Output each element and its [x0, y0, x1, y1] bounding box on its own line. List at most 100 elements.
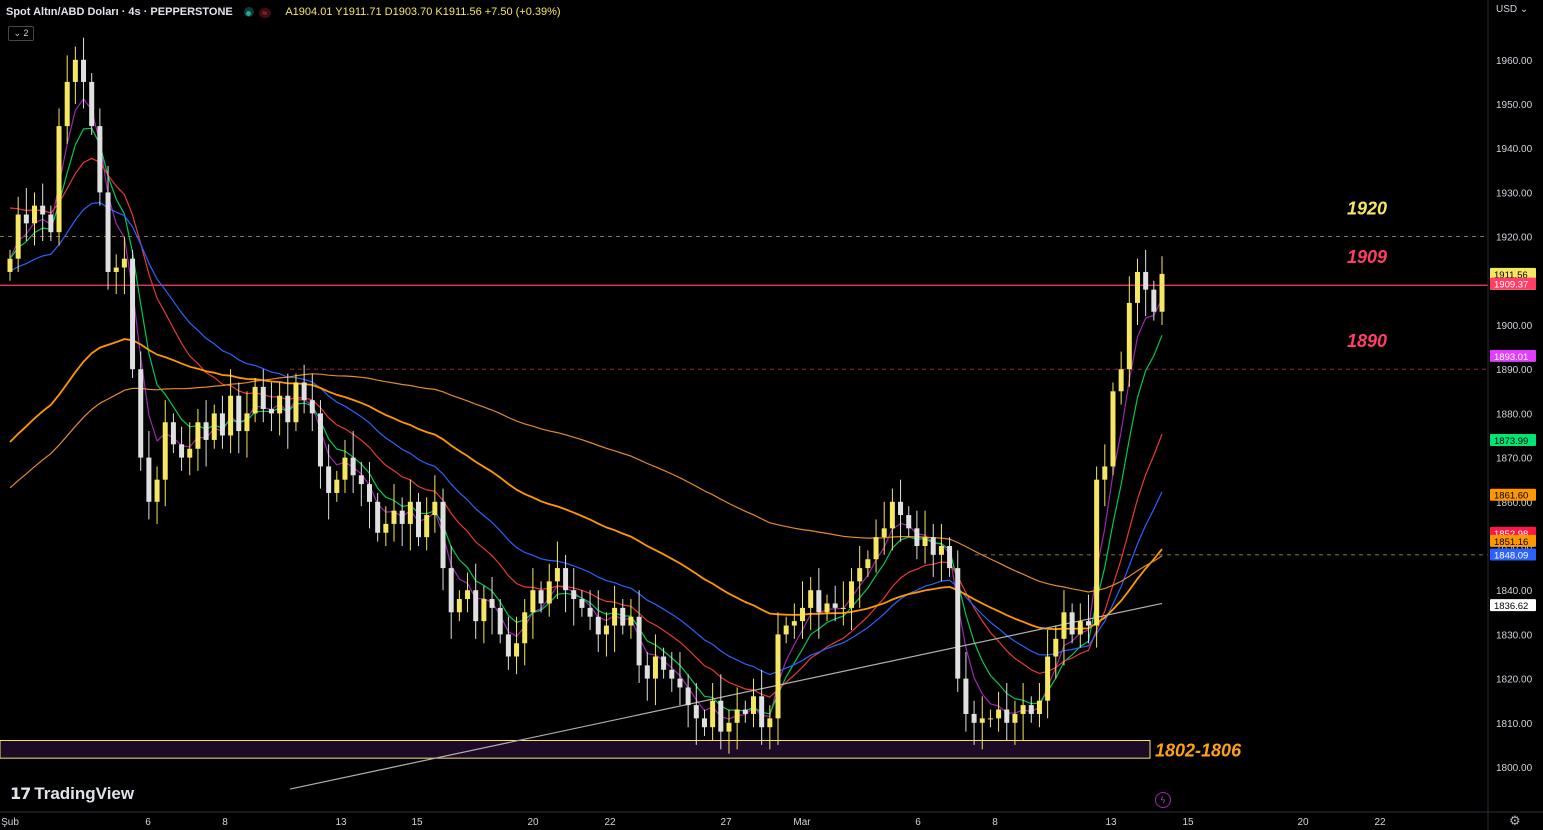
candle-body: [505, 634, 511, 657]
candle-body: [456, 599, 462, 613]
time-tick-label: 27: [720, 817, 732, 828]
candle-body: [1159, 273, 1165, 312]
candle-body: [1036, 700, 1042, 714]
candle-body: [652, 656, 658, 679]
price-tick-label: 1940.00: [1496, 144, 1533, 155]
level-label: 1890: [1347, 331, 1387, 351]
flash-icon[interactable]: ϟ: [1155, 792, 1171, 808]
candle-body: [15, 214, 21, 259]
time-tick-label: 6: [145, 817, 151, 828]
price-label-text: 1873.99: [1494, 436, 1528, 447]
candle-body: [857, 568, 863, 582]
candle-body: [56, 126, 62, 233]
candle-body: [350, 457, 356, 476]
time-tick-label: 20: [527, 817, 539, 828]
candle-body: [375, 501, 381, 533]
support-zone[interactable]: 1802-1806: [0, 739, 1242, 760]
candle-body: [285, 395, 291, 423]
candle-body: [236, 395, 242, 432]
ema-orange-line: [9, 338, 1163, 631]
candle-body: [1118, 369, 1124, 392]
symbol-title[interactable]: Spot Altın/ABD Doları · 4s · PEPPERSTONE: [6, 6, 233, 18]
candle-body: [710, 700, 716, 728]
candle-body: [832, 603, 838, 608]
candle-body: [522, 612, 528, 644]
candle-body: [260, 386, 266, 409]
candle-body: [219, 413, 225, 436]
candle-body: [72, 59, 78, 82]
candle-body: [840, 607, 846, 609]
candle-body: [481, 599, 487, 622]
tradingview-logo[interactable]: 𝟭𝟳 TradingView: [10, 784, 134, 804]
candle-body: [301, 382, 307, 401]
candle-body: [407, 501, 413, 524]
candle-body: [595, 616, 601, 635]
candle-body: [326, 466, 332, 493]
candle-body: [669, 669, 675, 679]
candle-body: [603, 625, 609, 635]
candle-body: [628, 616, 634, 626]
indicators-toggle[interactable]: ⌄ 2: [8, 26, 34, 41]
candle-body: [636, 616, 642, 666]
ema-blue-line: [9, 201, 1163, 676]
time-tick-label: 13: [1105, 817, 1117, 828]
candle-body: [1077, 621, 1083, 635]
candle-body: [1151, 289, 1157, 312]
candle-body: [750, 696, 756, 714]
candle-body: [530, 590, 536, 613]
candle-body: [146, 457, 152, 502]
candle-body: [113, 267, 119, 272]
candle-body: [947, 546, 953, 569]
candle-body: [179, 444, 185, 458]
candle-body: [620, 607, 626, 626]
candle-body: [930, 537, 936, 555]
price-chart[interactable]: 1920 1909 1890 1802-1806 1960.00 1950.00 194…: [0, 0, 1543, 830]
candle-body: [938, 546, 944, 555]
candle-body: [816, 590, 822, 613]
candle-body: [914, 528, 920, 546]
candle-body: [309, 400, 315, 414]
candle-body: [497, 607, 503, 635]
candle-body: [587, 607, 593, 617]
currency-selector[interactable]: USD ⌄: [1496, 4, 1528, 15]
candle-body: [448, 568, 454, 613]
candle-body: [955, 568, 961, 679]
price-label-text: 1851.16: [1494, 537, 1528, 548]
candle-body: [391, 510, 397, 524]
support-zone-label: 1802-1806: [1155, 740, 1242, 760]
candle-body: [767, 718, 773, 728]
candle-body: [187, 448, 193, 458]
gear-icon[interactable]: ⚙: [1509, 813, 1521, 829]
candle-body: [170, 422, 176, 445]
candle-body: [1028, 705, 1034, 714]
candle-body: [358, 475, 364, 485]
candle-body: [661, 656, 667, 670]
candle-body: [399, 510, 405, 524]
candle-body: [7, 258, 13, 272]
candle-body: [571, 590, 577, 600]
candle-body: [1085, 621, 1091, 626]
candle-body: [228, 395, 234, 436]
candle-body: [293, 382, 299, 423]
price-axis[interactable]: 1960.001950.001940.001930.001920.001910.…: [1487, 0, 1536, 830]
ema-orange-light-line: [9, 373, 1163, 593]
time-tick-label: 22: [1374, 817, 1386, 828]
candle-body: [252, 386, 258, 414]
tradingview-mark-icon: 𝟭𝟳: [10, 786, 31, 803]
time-axis[interactable]: Şub 6 8 13 15 20 22 27 Mar 6 8 13 15 20 22: [0, 811, 1543, 828]
candle-body: [808, 590, 814, 608]
candle-body: [693, 705, 699, 719]
candle-body: [383, 523, 389, 533]
candle-body: [317, 413, 323, 467]
time-tick-label: 20: [1297, 817, 1309, 828]
candle-body: [1020, 705, 1026, 714]
candle-body: [987, 718, 993, 720]
candle-body: [1053, 638, 1059, 657]
price-tick-label: 1930.00: [1496, 188, 1533, 199]
price-label-text: 1848.09: [1494, 550, 1528, 561]
price-tick-label: 1800.00: [1496, 763, 1533, 774]
candles[interactable]: [7, 37, 1165, 754]
price-tick-label: 1820.00: [1496, 675, 1533, 686]
candle-body: [32, 205, 38, 224]
candle-body: [906, 515, 912, 529]
